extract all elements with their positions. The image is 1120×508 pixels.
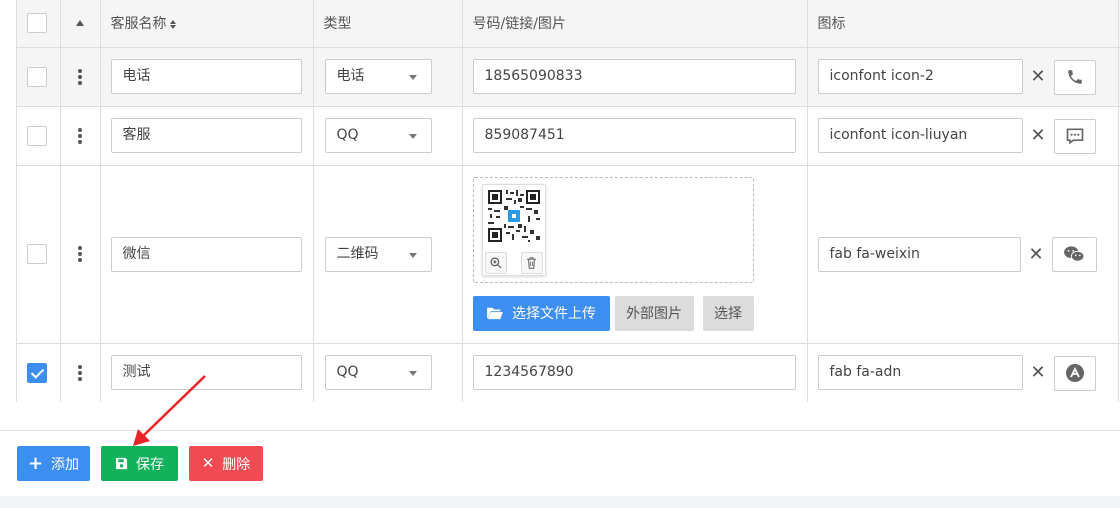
adn-icon — [1065, 364, 1084, 382]
type-cell: 二维码 — [313, 165, 463, 344]
icon-cell: iconfont icon-2 ✕ — [807, 47, 1119, 107]
name-cell: 客服 — [100, 106, 314, 166]
header-name-label: 客服名称 — [110, 16, 167, 33]
icon-picker-button[interactable] — [1053, 355, 1096, 391]
type-select[interactable]: QQ — [324, 118, 432, 153]
select-file-upload-button[interactable]: 选择文件上传 — [472, 295, 610, 331]
row-checkbox[interactable] — [27, 362, 47, 383]
row-select-cell — [17, 47, 61, 107]
value-cell: 1234567890 — [462, 343, 808, 402]
name-cell: 电话 — [100, 47, 314, 107]
external-image-button[interactable]: 外部图片 — [614, 295, 694, 331]
table-row: 微信 二维码 选择文件上传 外部图片 选择 fab fa-weixin ✕ — [17, 165, 1120, 344]
zoom-in-icon — [490, 257, 501, 268]
clear-icon[interactable]: ✕ — [1031, 66, 1046, 87]
zoom-in-button[interactable] — [484, 251, 507, 274]
drag-cell[interactable] — [60, 343, 101, 402]
wechat-icon — [1064, 246, 1085, 262]
save-icon — [115, 457, 128, 470]
row-select-cell — [17, 106, 61, 166]
service-list-panel: 客服名称 类型 号码/链接/图片 图标 电话 电话 18565090833 ic… — [0, 0, 1120, 496]
type-cell: QQ — [313, 106, 463, 166]
value-cell: 859087451 — [462, 106, 808, 166]
row-checkbox[interactable] — [27, 244, 47, 264]
icon-cell: fab fa-weixin ✕ — [807, 165, 1119, 344]
choose-label: 选择 — [714, 306, 742, 322]
type-cell: 电话 — [313, 47, 463, 107]
name-input[interactable]: 电话 — [110, 59, 302, 94]
row-select-cell — [17, 165, 61, 344]
image-upload-area[interactable] — [472, 176, 754, 283]
select-file-upload-label: 选择文件上传 — [512, 306, 596, 322]
table-row: 客服 QQ 859087451 iconfont icon-liuyan ✕ — [17, 106, 1120, 166]
drag-handle-icon[interactable] — [78, 127, 82, 144]
delete-label: 删除 — [222, 456, 251, 473]
sort-up-icon — [76, 20, 84, 27]
icon-picker-button[interactable] — [1051, 236, 1097, 272]
clear-icon[interactable]: ✕ — [1031, 362, 1046, 383]
drag-handle-icon[interactable] — [78, 68, 82, 85]
add-label: 添加 — [51, 456, 80, 473]
folder-open-icon — [487, 307, 503, 320]
external-image-label: 外部图片 — [626, 306, 682, 322]
type-cell: QQ — [313, 343, 463, 402]
drag-cell[interactable] — [60, 165, 101, 344]
select-all-checkbox[interactable] — [27, 13, 47, 34]
phone-icon — [1067, 70, 1082, 84]
row-select-cell — [17, 343, 61, 402]
icon-picker-button[interactable] — [1053, 118, 1096, 154]
plus-icon: + — [27, 452, 44, 474]
icon-cell: iconfont icon-liuyan ✕ — [807, 106, 1119, 166]
header-value: 号码/链接/图片 — [462, 0, 808, 48]
qr-code-image — [485, 187, 542, 244]
type-select[interactable]: 二维码 — [324, 236, 432, 272]
service-table: 客服名称 类型 号码/链接/图片 图标 电话 电话 18565090833 ic… — [17, 0, 1120, 402]
header-name[interactable]: 客服名称 — [100, 0, 314, 48]
row-checkbox[interactable] — [27, 125, 47, 146]
header-type-label: 类型 — [323, 16, 352, 33]
value-input[interactable]: 1234567890 — [472, 355, 796, 390]
message-icon — [1066, 128, 1083, 145]
sort-header-cell[interactable] — [60, 0, 101, 48]
type-select[interactable]: 电话 — [324, 59, 432, 94]
icon-class-input[interactable]: iconfont icon-liuyan — [817, 118, 1023, 153]
icon-class-input[interactable]: fab fa-weixin — [817, 236, 1021, 272]
icon-cell: fab fa-adn ✕ — [807, 343, 1119, 402]
annotation-arrow — [133, 375, 206, 446]
value-input[interactable]: 859087451 — [472, 118, 796, 153]
header-icon: 图标 — [807, 0, 1119, 48]
drag-handle-icon[interactable] — [78, 364, 82, 381]
drag-cell[interactable] — [60, 106, 101, 166]
header-type: 类型 — [313, 0, 463, 48]
value-cell: 18565090833 — [462, 47, 808, 107]
icon-class-input[interactable]: iconfont icon-2 — [817, 59, 1023, 94]
drag-cell[interactable] — [60, 47, 101, 107]
clear-icon[interactable]: ✕ — [1029, 244, 1044, 265]
table-header-row: 客服名称 类型 号码/链接/图片 图标 — [17, 0, 1120, 48]
times-icon: ✕ — [201, 454, 215, 472]
name-input[interactable]: 客服 — [110, 118, 302, 153]
name-cell: 微信 — [100, 165, 314, 344]
service-table-wrapper: 客服名称 类型 号码/链接/图片 图标 电话 电话 18565090833 ic… — [16, 0, 1120, 402]
trash-icon — [527, 256, 536, 269]
table-row: 电话 电话 18565090833 iconfont icon-2 ✕ — [17, 47, 1120, 107]
choose-button[interactable]: 选择 — [702, 295, 754, 331]
save-label: 保存 — [136, 456, 164, 473]
sort-toggle-icon — [169, 19, 176, 29]
value-cell: 选择文件上传 外部图片 选择 — [462, 165, 808, 344]
icon-picker-button[interactable] — [1053, 59, 1096, 95]
drag-handle-icon[interactable] — [78, 246, 82, 262]
name-input[interactable]: 微信 — [110, 236, 302, 272]
icon-class-input[interactable]: fab fa-adn — [817, 355, 1023, 390]
add-button[interactable]: + 添加 — [17, 446, 90, 481]
clear-icon[interactable]: ✕ — [1031, 125, 1046, 146]
qr-code-thumbnail — [481, 183, 546, 276]
delete-image-button[interactable] — [520, 251, 543, 274]
type-select[interactable]: QQ — [324, 355, 432, 390]
header-value-label: 号码/链接/图片 — [472, 16, 566, 33]
row-checkbox[interactable] — [27, 66, 47, 87]
select-all-cell — [17, 0, 61, 48]
header-icon-label: 图标 — [817, 16, 846, 33]
value-input[interactable]: 18565090833 — [472, 59, 796, 94]
